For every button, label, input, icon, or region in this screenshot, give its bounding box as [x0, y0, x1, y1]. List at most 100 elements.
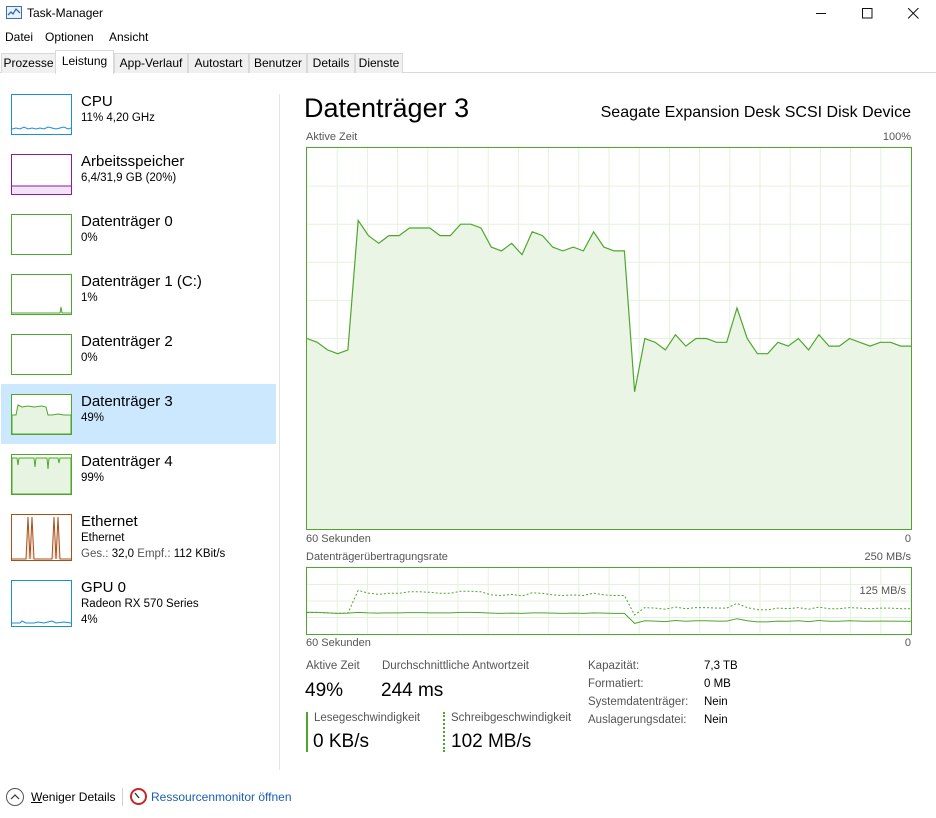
- maximize-icon: [861, 7, 872, 18]
- prop-capacity-value: 7,3 TB: [704, 660, 738, 672]
- close-icon: [907, 7, 919, 19]
- gpu-usage: 4%: [81, 614, 98, 626]
- maximize-button[interactable]: [844, 0, 890, 26]
- chart-transfer-max: 250 MB/s: [864, 551, 911, 563]
- stat-write-label: Schreibgeschwindigkeit: [451, 712, 572, 724]
- ethernet-sent-label: Ges.:: [81, 548, 109, 560]
- prop-page-file-label: Auslagerungsdatei:: [588, 714, 687, 726]
- stat-active-time-label: Aktive Zeit: [306, 660, 360, 672]
- chart-active-time-label: Aktive Zeit: [306, 131, 358, 143]
- transfer-rate-chart-svg: [307, 568, 911, 634]
- stat-write-value: 102 MB/s: [451, 731, 532, 752]
- sidebar-item-disk-4[interactable]: Datenträger 4 99%: [1, 444, 276, 504]
- disk-0-thumbnail-graph: [11, 214, 72, 255]
- disk-4-thumbnail-graph: [11, 454, 72, 495]
- tab-app-verlauf[interactable]: App-Verlauf: [114, 53, 188, 73]
- gpu-thumbnail-graph: [11, 580, 72, 627]
- stat-response-value: 244 ms: [381, 680, 444, 701]
- menu-ansicht[interactable]: Ansicht: [109, 30, 148, 44]
- sidebar-item-label: Datenträger 0: [81, 213, 173, 230]
- menu-optionen[interactable]: Optionen: [45, 30, 94, 44]
- fewer-details-button[interactable]: [6, 788, 24, 806]
- stat-read-label: Lesegeschwindigkeit: [314, 712, 421, 724]
- disk-1-thumbnail-graph: [11, 274, 72, 315]
- sidebar-item-value: 49%: [81, 412, 105, 424]
- active-time-chart-svg: [307, 148, 911, 529]
- chart-transfer-x-right: 0: [904, 637, 911, 649]
- sidebar-item-disk-1[interactable]: Datenträger 1 (C:) 1%: [1, 264, 276, 324]
- sidebar-item-value: 11% 4,20 GHz: [81, 112, 155, 124]
- title-bar: Task-Manager: [0, 0, 936, 26]
- sidebar-item-label: Datenträger 2: [81, 333, 173, 350]
- sidebar-item-label: CPU: [81, 93, 113, 110]
- fewer-details-link[interactable]: Weniger Details: [31, 790, 115, 804]
- minimize-button[interactable]: [798, 0, 844, 26]
- stat-active-time-value: 49%: [305, 680, 344, 701]
- device-name: Seagate Expansion Desk SCSI Disk Device: [600, 104, 911, 121]
- sidebar-item-label: Datenträger 1 (C:): [81, 273, 202, 290]
- tab-dienste[interactable]: Dienste: [355, 53, 403, 73]
- sidebar-item-label: Ethernet: [81, 513, 138, 530]
- sidebar-item-disk-2[interactable]: Datenträger 2 0%: [1, 324, 276, 384]
- chevron-up-icon: [10, 794, 20, 800]
- tab-autostart[interactable]: Autostart: [188, 53, 249, 73]
- page-title: Datenträger 3: [304, 93, 470, 123]
- close-button[interactable]: [890, 0, 936, 26]
- memory-thumbnail-graph: [11, 154, 72, 195]
- sidebar-item-value: 99%: [81, 472, 105, 484]
- resource-monitor-icon: [130, 788, 147, 805]
- chart-active-time-max: 100%: [882, 131, 911, 143]
- menu-datei[interactable]: Datei: [5, 30, 33, 44]
- prop-formatted-value: 0 MB: [704, 678, 731, 690]
- sidebar-item-disk-0[interactable]: Datenträger 0 0%: [1, 204, 276, 264]
- chart-active-time-x-right: 0: [904, 533, 911, 545]
- sidebar-item-label: Datenträger 4: [81, 453, 173, 470]
- stat-read-value: 0 KB/s: [313, 731, 369, 752]
- prop-page-file-value: Nein: [704, 714, 728, 726]
- read-speed-indicator: [306, 712, 308, 752]
- disk-3-thumbnail-graph: [11, 394, 72, 435]
- stat-response-label: Durchschnittliche Antwortzeit: [382, 660, 530, 672]
- active-time-chart: [306, 147, 912, 530]
- ethernet-received-label: Empf.:: [137, 548, 171, 560]
- sidebar-item-value: 6,4/31,9 GB (20%): [81, 172, 177, 184]
- menu-bar: Datei Optionen Ansicht: [0, 27, 936, 47]
- chart-transfer-mid: 125 MB/s: [858, 585, 907, 597]
- sidebar-item-gpu-0[interactable]: GPU 0 Radeon RX 570 Series 4%: [1, 570, 276, 636]
- prop-capacity-label: Kapazität:: [588, 660, 640, 672]
- ethernet-throughput: Ges.: 32,0 Empf.: 112 KBit/s: [81, 548, 225, 560]
- chart-transfer-x-left: 60 Sekunden: [306, 637, 371, 649]
- sidebar-item-value: 1%: [81, 292, 98, 304]
- tab-details[interactable]: Details: [307, 53, 355, 73]
- prop-system-disk-value: Nein: [704, 696, 728, 708]
- sidebar-item-value: Radeon RX 570 Series: [81, 598, 199, 610]
- tab-benutzer[interactable]: Benutzer: [249, 53, 307, 73]
- ethernet-sent-value: 32,0: [111, 548, 135, 560]
- tab-leistung[interactable]: Leistung: [55, 50, 114, 74]
- chart-active-time-x-left: 60 Sekunden: [306, 533, 371, 545]
- sidebar-item-label: Datenträger 3: [81, 393, 173, 410]
- tab-bar: Prozesse Leistung App-Verlauf Autostart …: [0, 50, 936, 74]
- prop-system-disk-label: Systemdatenträger:: [588, 696, 689, 708]
- sidebar-item-label: Arbeitsspeicher: [81, 153, 185, 170]
- resource-monitor-link[interactable]: Ressourcenmonitor öffnen: [151, 790, 292, 804]
- sidebar-item-ethernet[interactable]: Ethernet Ethernet Ges.: 32,0 Empf.: 112 …: [1, 504, 276, 570]
- sidebar-divider: [279, 94, 280, 770]
- tab-prozesse[interactable]: Prozesse: [1, 53, 56, 73]
- minimize-icon: [815, 12, 826, 14]
- sidebar-item-memory[interactable]: Arbeitsspeicher 6,4/31,9 GB (20%): [1, 144, 276, 204]
- window-title: Task-Manager: [27, 6, 104, 20]
- sidebar-item-value: Ethernet: [81, 532, 125, 544]
- task-manager-icon: [6, 6, 22, 19]
- write-speed-indicator: [443, 712, 445, 752]
- sidebar-item-cpu[interactable]: CPU 11% 4,20 GHz: [1, 84, 276, 144]
- sidebar-item-value: 0%: [81, 232, 98, 244]
- prop-formatted-label: Formatiert:: [588, 678, 644, 690]
- fewer-details-hotkey: W: [31, 790, 43, 804]
- sidebar-item-label: GPU 0: [81, 579, 127, 596]
- transfer-rate-chart: 125 MB/s: [306, 567, 912, 635]
- disk-2-thumbnail-graph: [11, 334, 72, 375]
- sidebar-item-disk-3[interactable]: Datenträger 3 49%: [1, 384, 276, 444]
- chart-transfer-label: Datenträgerübertragungsrate: [306, 551, 448, 563]
- ethernet-thumbnail-graph: [11, 514, 72, 561]
